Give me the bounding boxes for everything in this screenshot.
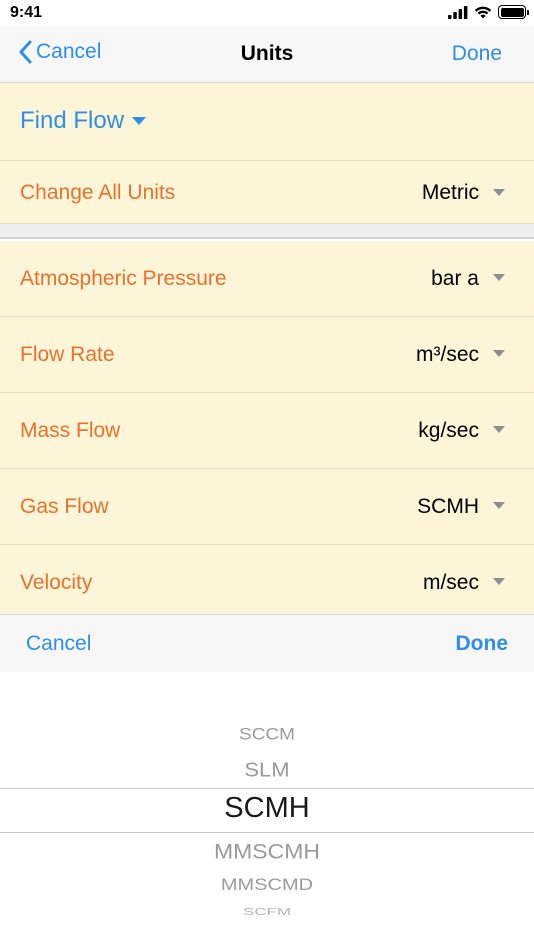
status-time: 9:41 (10, 4, 43, 21)
find-flow-label: Find Flow (20, 107, 125, 134)
unit-label: Gas Flow (20, 495, 109, 518)
picker-option[interactable]: SCCM (0, 726, 534, 745)
unit-value: m³/sec (416, 343, 479, 366)
unit-value: kg/sec (418, 419, 479, 442)
unit-row-flow-rate[interactable]: Flow Rate m³/sec (0, 317, 534, 393)
picker-option[interactable]: MMSCMH (0, 839, 534, 864)
change-all-units-label: Change All Units (20, 181, 176, 204)
caret-down-icon (493, 426, 505, 433)
picker-option[interactable]: MMSCMD (0, 876, 534, 896)
unit-row-mass-flow[interactable]: Mass Flow kg/sec (0, 393, 534, 469)
unit-row-atmospheric-pressure[interactable]: Atmospheric Pressure bar a (0, 241, 534, 317)
section-separator (0, 224, 534, 239)
find-flow-row: Find Flow (0, 83, 534, 161)
find-flow-dropdown[interactable]: Find Flow (20, 107, 147, 135)
caret-down-icon (132, 117, 147, 125)
unit-row-velocity[interactable]: Velocity m/sec (0, 545, 534, 614)
picker-selection-bottom-line (0, 832, 534, 833)
unit-label: Atmospheric Pressure (20, 267, 227, 290)
picker-option[interactable]: SCFM (0, 906, 534, 918)
change-all-units-row[interactable]: Change All Units Metric (0, 161, 534, 224)
caret-down-icon (493, 189, 505, 196)
unit-value: m/sec (422, 571, 479, 594)
picker-selection-top-line (0, 788, 534, 789)
picker-cancel-button[interactable]: Cancel (26, 632, 91, 656)
unit-row-gas-flow[interactable]: Gas Flow SCMH (0, 469, 534, 545)
navigation-bar: Cancel Units Done (0, 26, 534, 83)
caret-down-icon (493, 502, 505, 509)
status-bar: 9:41 (0, 0, 534, 26)
picker-option[interactable]: SLM (0, 758, 534, 782)
caret-down-icon (493, 274, 505, 281)
picker-option-selected[interactable]: SCMH (0, 792, 534, 825)
cellular-signal-icon (448, 5, 468, 19)
change-all-units-value: Metric (421, 181, 479, 204)
unit-label: Flow Rate (20, 343, 115, 366)
caret-down-icon (493, 350, 505, 357)
caret-down-icon (493, 578, 505, 585)
picker-toolbar: Cancel Done (0, 614, 534, 672)
unit-value: SCMH (417, 495, 479, 518)
status-icons (448, 5, 529, 19)
unit-value: bar a (431, 267, 479, 290)
picker-done-button[interactable]: Done (456, 632, 509, 656)
battery-icon (498, 5, 529, 19)
wifi-icon (474, 6, 492, 18)
unit-label: Mass Flow (20, 419, 121, 442)
nav-done-button[interactable]: Done (452, 42, 502, 66)
unit-label: Velocity (20, 571, 93, 594)
unit-picker-wheel[interactable]: SCCM SLM SCMH MMSCMH MMSCMD SCFM (0, 672, 534, 950)
